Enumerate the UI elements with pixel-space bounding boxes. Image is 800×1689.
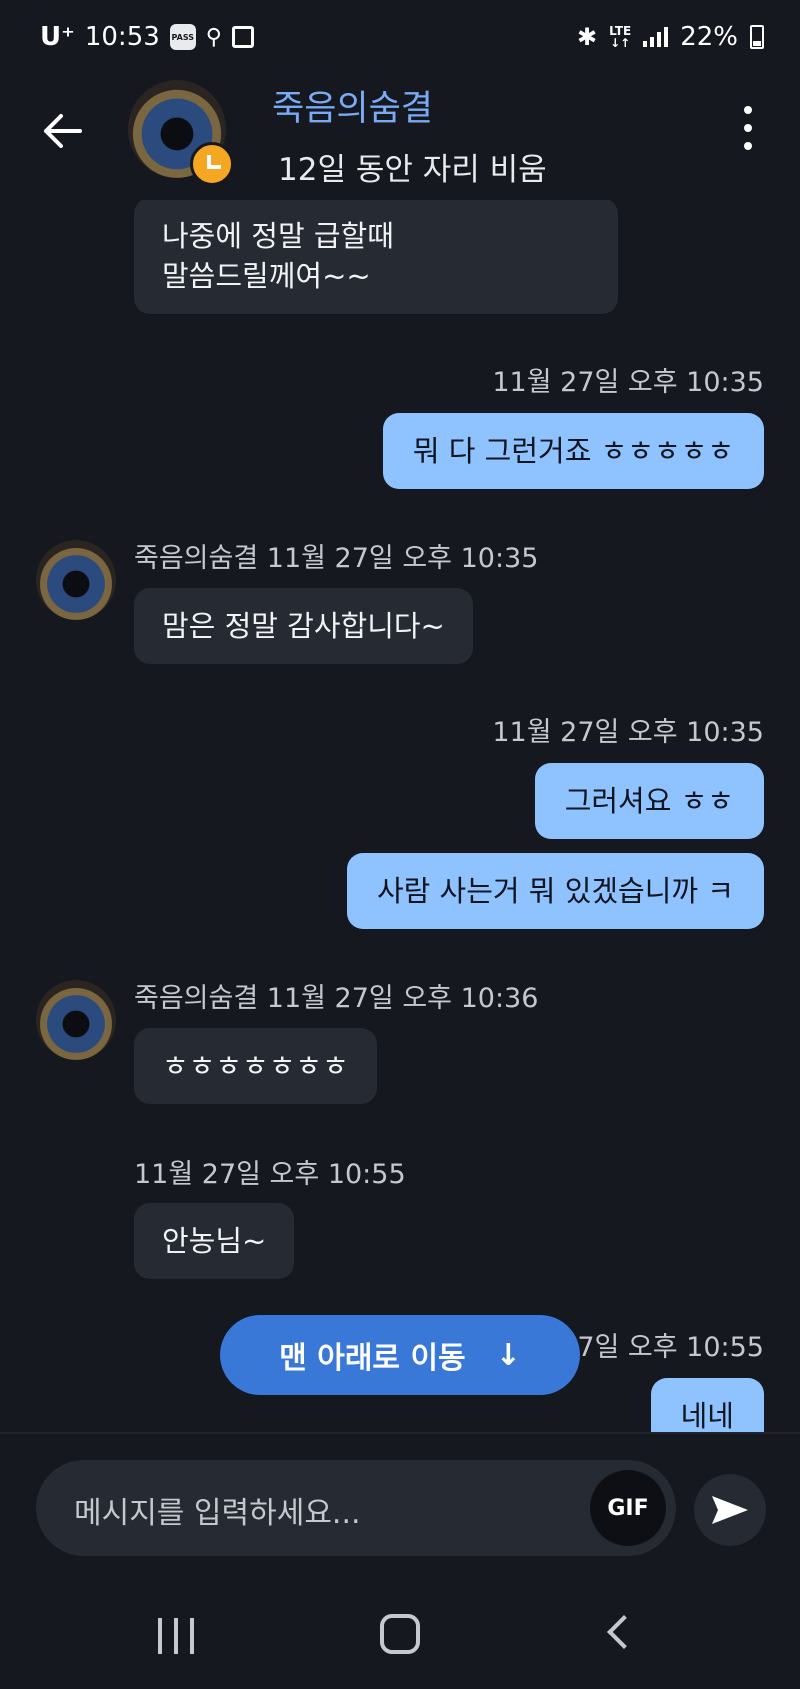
status-bar: U⁺ 10:53 PASS ⚲ ✱ LTE ↓↑ 22% (0, 0, 800, 80)
carrier-label: U⁺ (40, 22, 75, 52)
recents-icon[interactable] (158, 1618, 194, 1654)
message-timestamp: 11월 27일 오후 10:55 (134, 1159, 406, 1190)
outgoing-message[interactable]: 뭐 다 그런거죠 ㅎㅎㅎㅎㅎ (382, 413, 764, 489)
message-composer[interactable]: 메시지를 입력하세요... GIF (36, 1460, 676, 1556)
gif-label: GIF (607, 1495, 649, 1521)
incoming-message[interactable]: ㅎㅎㅎㅎㅎㅎㅎ (134, 1028, 377, 1104)
peer-name[interactable]: 죽음의숨결 (272, 80, 433, 131)
message-text: 사람 사는거 뭐 있겠습니까 ㅋ (376, 874, 734, 908)
divider (0, 1432, 800, 1434)
incoming-message[interactable]: 안농님~ (134, 1203, 295, 1279)
clock: 10:53 (84, 22, 160, 52)
lte-icon: LTE ↓↑ (609, 24, 632, 50)
message-input[interactable]: 메시지를 입력하세요... (74, 1488, 361, 1532)
image-icon (231, 26, 254, 48)
incoming-message[interactable]: 나중에 정말 급할때 말씀드릴께여~~ (134, 200, 618, 314)
away-clock-icon (190, 142, 234, 186)
message-timestamp: 죽음의숨결 11월 27일 오후 10:35 (134, 543, 539, 574)
outgoing-message[interactable]: 네네 (650, 1378, 764, 1432)
message-text: 뭐 다 그런거죠 ㅎㅎㅎㅎㅎ (412, 434, 734, 468)
message-text: 말씀드릴께여~~ (162, 259, 371, 293)
outgoing-message[interactable]: 사람 사는거 뭐 있겠습니까 ㅋ (346, 853, 764, 929)
signal-icon (643, 27, 669, 47)
gif-button[interactable]: GIF (590, 1470, 666, 1546)
send-icon (712, 1496, 748, 1524)
send-button[interactable] (694, 1474, 766, 1546)
pass-label: PASS (171, 32, 195, 42)
network-label: LTE (609, 24, 632, 38)
message-timestamp: 7일 오후 10:55 (577, 1332, 764, 1363)
message-list[interactable]: 나중에 정말 급할때 말씀드릴께여~~ 11월 27일 오후 10:35 뭐 다… (0, 200, 800, 1432)
message-timestamp: 11월 27일 오후 10:35 (492, 717, 764, 748)
sender-avatar[interactable] (36, 540, 116, 620)
nav-back-icon[interactable] (607, 1615, 641, 1649)
message-text: ㅎㅎㅎㅎㅎㅎㅎ (162, 1049, 349, 1083)
message-text: 안농님~ (162, 1224, 267, 1258)
peer-status: 12일 동안 자리 비움 (278, 152, 547, 188)
message-text: 나중에 정말 급할때 (162, 219, 394, 253)
sender-avatar[interactable] (36, 980, 116, 1060)
message-timestamp: 11월 27일 오후 10:35 (492, 367, 764, 398)
bluetooth-icon: ✱ (577, 23, 598, 51)
chat-header: 죽음의숨결 12일 동안 자리 비움 (0, 80, 800, 200)
jump-to-bottom-label: 맨 아래로 이동 (279, 1341, 466, 1376)
message-text: 네네 (680, 1399, 734, 1432)
incoming-message[interactable]: 맘은 정말 감사합니다~ (134, 588, 473, 664)
more-options-icon[interactable] (736, 106, 760, 150)
location-pin-icon: ⚲ (205, 24, 222, 50)
back-arrow-icon[interactable] (38, 106, 88, 156)
system-nav-bar (0, 1600, 800, 1689)
home-icon[interactable] (380, 1614, 420, 1654)
jump-to-bottom-button[interactable]: 맨 아래로 이동 ↓ (220, 1315, 580, 1395)
arrow-down-icon: ↓ (495, 1337, 521, 1373)
outgoing-message[interactable]: 그러셔요 ㅎㅎ (534, 763, 764, 839)
message-text: 그러셔요 ㅎㅎ (564, 784, 734, 818)
message-text: 맘은 정말 감사합니다~ (162, 609, 445, 643)
pass-icon: PASS (169, 24, 196, 50)
battery-icon (750, 25, 764, 49)
battery-percent: 22% (680, 22, 738, 52)
message-timestamp: 죽음의숨결 11월 27일 오후 10:36 (134, 983, 539, 1014)
